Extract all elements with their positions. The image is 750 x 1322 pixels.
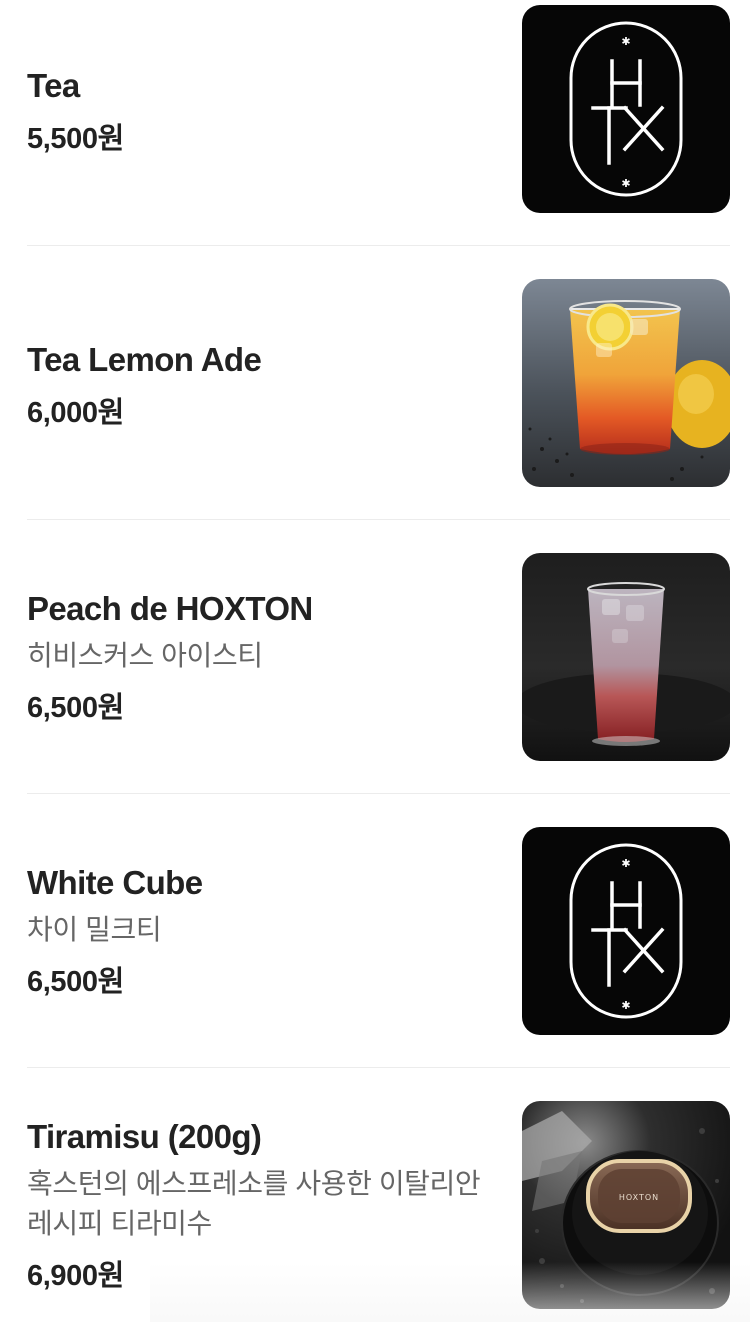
menu-item-white-cube[interactable]: White Cube 차이 밀크티 6,500원 ✱ ✱ — [0, 822, 750, 1096]
divider — [27, 519, 730, 520]
item-thumbnail[interactable]: ✱ ✱ — [522, 5, 730, 213]
item-price: 5,500원 — [27, 122, 124, 155]
menu-item-peach-de-hoxton[interactable]: Peach de HOXTON 히비스커스 아이스티 6,500원 — [0, 548, 750, 822]
svg-text:✱: ✱ — [621, 35, 630, 48]
svg-text:✱: ✱ — [621, 177, 630, 190]
item-description: 혹스턴의 에스프레소를 사용한 이탈리안 레시피 티라미수 — [27, 1167, 481, 1239]
divider — [27, 1067, 730, 1068]
svg-text:✱: ✱ — [621, 857, 630, 870]
menu-item-info: Tea 5,500원 — [27, 67, 497, 157]
svg-text:✱: ✱ — [621, 999, 630, 1012]
hibiscus-iced-tea-photo — [522, 553, 730, 761]
hoxton-logo-icon: ✱ ✱ — [522, 5, 730, 213]
divider — [27, 245, 730, 246]
menu-item-info: Tea Lemon Ade 6,000원 — [27, 341, 497, 431]
item-description: 차이 밀크티 — [27, 913, 162, 945]
hoxton-logo-icon: ✱ ✱ — [522, 827, 730, 1035]
menu-item-tea[interactable]: Tea 5,500원 ✱ ✱ — [0, 0, 750, 274]
item-name: Peach de HOXTON — [27, 590, 313, 627]
menu-item-info: White Cube 차이 밀크티 6,500원 — [27, 864, 497, 1000]
item-price: 6,000원 — [27, 396, 124, 429]
item-price: 6,500원 — [27, 691, 124, 724]
menu-item-tiramisu[interactable]: Tiramisu (200g) 혹스턴의 에스프레소를 사용한 이탈리안 레시피… — [0, 1096, 750, 1322]
item-thumbnail[interactable] — [522, 553, 730, 761]
item-name: Tiramisu (200g) — [27, 1118, 262, 1155]
menu-item-tea-lemon-ade[interactable]: Tea Lemon Ade 6,000원 — [0, 274, 750, 548]
item-price: 6,500원 — [27, 965, 124, 998]
item-thumbnail[interactable] — [522, 279, 730, 487]
jar-label: HOXTON — [619, 1193, 659, 1202]
item-price: 6,900원 — [27, 1259, 124, 1292]
lemonade-photo — [522, 279, 730, 487]
item-name: White Cube — [27, 864, 203, 901]
tiramisu-photo: HOXTON — [522, 1101, 730, 1309]
menu-item-info: Peach de HOXTON 히비스커스 아이스티 6,500원 — [27, 590, 497, 726]
item-thumbnail[interactable]: HOXTON — [522, 1101, 730, 1309]
menu-item-info: Tiramisu (200g) 혹스턴의 에스프레소를 사용한 이탈리안 레시피… — [27, 1118, 497, 1294]
item-name: Tea Lemon Ade — [27, 341, 262, 378]
item-thumbnail[interactable]: ✱ ✱ — [522, 827, 730, 1035]
divider — [27, 793, 730, 794]
item-description: 히비스커스 아이스티 — [27, 639, 263, 671]
item-name: Tea — [27, 67, 80, 104]
